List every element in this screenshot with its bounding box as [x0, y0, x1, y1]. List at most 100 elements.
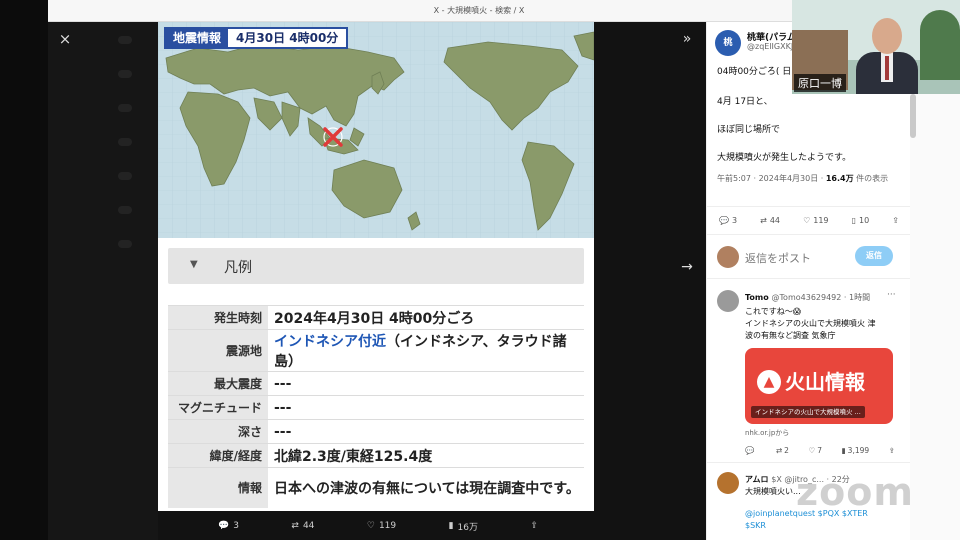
- reply-input[interactable]: 返信をポスト: [745, 250, 811, 266]
- repost-button[interactable]: ⇄ 44: [760, 216, 780, 225]
- card-title: 火山情報: [785, 370, 865, 394]
- scrollbar-thumb[interactable]: [910, 94, 916, 138]
- quake-info-table: 発生時刻 2024年4月30日 4時00分ごろ 震源地 インドネシア付近（インド…: [168, 305, 584, 508]
- table-row: 緯度/経度 北緯2.3度/東経125.4度: [168, 443, 584, 468]
- like-button[interactable]: ♡ 7: [808, 446, 822, 455]
- share-icon: ⇪: [892, 216, 899, 225]
- tweet-text-line: 大規模噴火が発生したようです。: [717, 153, 852, 163]
- author-handle[interactable]: @zqElIGXKJ: [747, 42, 793, 51]
- share-icon: ⇪: [888, 446, 895, 455]
- repost-icon: ⇄: [291, 521, 299, 531]
- world-map-drawing: [158, 22, 594, 238]
- row-key: 緯度/経度: [168, 443, 268, 468]
- tweet-text-line: ほぼ同じ場所で: [717, 125, 781, 135]
- row-value: 日本への津波の有無については現在調査中です。: [268, 467, 584, 508]
- window-title: X - 大規模噴火 - 検索 / X: [433, 6, 525, 15]
- reply-button[interactable]: 💬 3: [218, 518, 239, 534]
- legend-label: 凡例: [224, 260, 252, 276]
- views-button[interactable]: ▮ 16万: [449, 518, 478, 534]
- share-button[interactable]: ⇪: [889, 446, 895, 455]
- tweet-text-line: 04時00分ごろ( 日: [717, 67, 792, 77]
- table-row: 深さ ---: [168, 419, 584, 444]
- close-icon[interactable]: ×: [56, 30, 74, 48]
- row-key: 震源地: [168, 329, 268, 372]
- share-button[interactable]: ⇪: [892, 216, 899, 225]
- badge-datetime: 4月30日 4時00分: [236, 31, 339, 45]
- volcano-icon: ▲: [757, 370, 781, 394]
- avatar: [717, 246, 739, 268]
- screen: X - 大規模噴火 - 検索 / X × » → 地震情報 4月30日 4時00…: [0, 0, 960, 540]
- triangle-down-icon: ▼: [190, 259, 198, 270]
- zoom-watermark: zoom: [796, 470, 914, 514]
- badge-title: 地震情報: [166, 29, 229, 47]
- comment-actions: 💬 ⇄ 2 ♡ 7 ▮ 3,199 ⇪: [745, 446, 895, 455]
- row-key: 発生時刻: [168, 305, 268, 330]
- row-key: 最大震度: [168, 371, 268, 396]
- scrollbar[interactable]: [910, 22, 960, 540]
- more-icon[interactable]: ···: [887, 290, 896, 300]
- bookmark-icon: ▯: [851, 216, 856, 225]
- reply-button[interactable]: 💬: [745, 446, 756, 455]
- divider: [707, 462, 910, 463]
- participant-name: 原口一博: [794, 74, 846, 92]
- comment-author[interactable]: Tomo @Tomo43629492 · 1時間: [745, 292, 870, 303]
- reply-button[interactable]: 💬 3: [719, 216, 737, 225]
- comment-link[interactable]: $SKR: [745, 520, 766, 532]
- row-value: ---: [268, 395, 584, 420]
- browser-titlebar: X - 大規模噴火 - 検索 / X: [48, 0, 910, 22]
- row-key: マグニチュード: [168, 395, 268, 420]
- row-key: 情報: [168, 467, 268, 508]
- legend-toggle[interactable]: ▼ 凡例: [168, 248, 584, 284]
- repost-button[interactable]: ⇄ 44: [291, 518, 314, 534]
- share-button[interactable]: ⇪: [530, 518, 538, 534]
- collapse-panel-icon[interactable]: »: [678, 30, 696, 48]
- heart-icon: ♡: [803, 216, 811, 225]
- card-source[interactable]: nhk.or.jpから: [745, 428, 789, 438]
- reply-submit-button[interactable]: 返信: [855, 246, 893, 266]
- share-icon: ⇪: [530, 521, 538, 531]
- table-row: 最大震度 ---: [168, 371, 584, 396]
- row-value: 北緯2.3度/東経125.4度: [268, 443, 584, 468]
- link-card[interactable]: ▲ 火山情報 インドネシアの火山で大規模噴火 ...: [745, 348, 893, 424]
- epicenter-link[interactable]: インドネシア付近: [274, 334, 386, 350]
- table-row: 発生時刻 2024年4月30日 4時00分ごろ: [168, 305, 584, 330]
- avatar[interactable]: 桃: [715, 30, 741, 56]
- views-button[interactable]: ▮ 3,199: [842, 446, 870, 455]
- tweet-panel: 桃 桃華(パラム @zqElIGXKJ 04時00分ごろ( 日 4月 17日と、…: [706, 22, 910, 540]
- reply-icon: 💬: [745, 446, 755, 455]
- world-map: 地震情報 4月30日 4時00分: [158, 22, 594, 238]
- avatar[interactable]: [717, 472, 739, 494]
- speaker-figure: [856, 18, 918, 94]
- tweet-actions: 💬 3 ⇄ 44 ♡ 119 ▯ 10 ⇪: [719, 216, 899, 225]
- comment-text: これですね〜😱 インドネシアの火山で大規模噴火 津 波の有無など調査 気象庁: [745, 307, 876, 340]
- bookmark-button[interactable]: ▯ 10: [852, 216, 870, 225]
- media-image[interactable]: 地震情報 4月30日 4時00分 ▼ 凡例 発生時刻 2024年4月30日 4時…: [158, 22, 594, 511]
- divider: [707, 206, 910, 207]
- tweet-text-line: 4月 17日と、: [717, 97, 773, 107]
- repost-icon: ⇄: [775, 446, 783, 455]
- repost-button[interactable]: ⇄ 2: [776, 446, 789, 455]
- quake-info-badge: 地震情報 4月30日 4時00分: [164, 27, 349, 49]
- divider: [707, 234, 910, 235]
- repost-icon: ⇄: [760, 216, 767, 225]
- media-actions: 💬 3 ⇄ 44 ♡ 119 ▮ 16万 ⇪: [218, 518, 538, 534]
- row-value: ---: [268, 371, 584, 396]
- card-caption: インドネシアの火山で大規模噴火 ...: [751, 406, 865, 418]
- row-value: ---: [268, 419, 584, 444]
- views-icon: ▮: [448, 521, 454, 531]
- row-value: 2024年4月30日 4時00分ごろ: [268, 305, 584, 330]
- comment-text: 大規模噴火い...: [745, 487, 801, 496]
- table-row: マグニチュード ---: [168, 395, 584, 420]
- like-button[interactable]: ♡ 119: [367, 518, 396, 534]
- views-icon: ▮: [841, 446, 846, 455]
- divider: [707, 278, 910, 279]
- like-button[interactable]: ♡ 119: [803, 216, 828, 225]
- heart-icon: ♡: [808, 446, 816, 455]
- reply-icon: 💬: [719, 216, 729, 225]
- table-row: 震源地 インドネシア付近（インドネシア、タラウド諸島）: [168, 329, 584, 372]
- next-image-arrow-icon[interactable]: →: [678, 258, 696, 276]
- webcam-video: 原口一博: [792, 0, 960, 94]
- dimmed-sidebar: [48, 22, 158, 540]
- avatar[interactable]: [717, 290, 739, 312]
- heart-icon: ♡: [366, 521, 375, 531]
